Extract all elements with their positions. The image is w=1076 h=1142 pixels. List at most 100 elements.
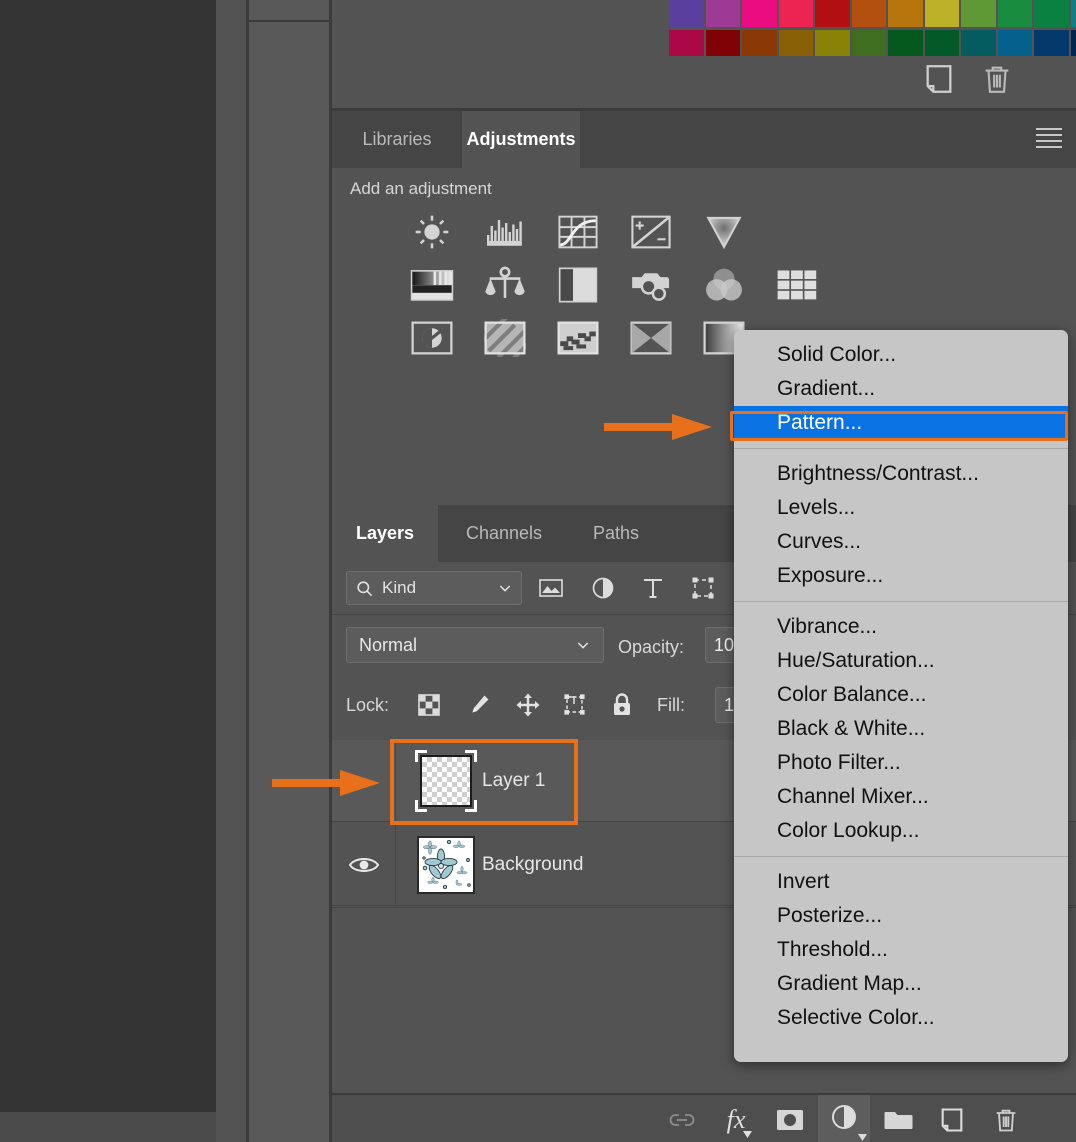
menu-item[interactable]: Vibrance... — [734, 610, 1068, 644]
tab-channels-label: Channels — [465, 523, 543, 543]
lock-transparent-pixels-icon[interactable] — [414, 690, 444, 720]
menu-item[interactable]: Pattern... — [734, 406, 1068, 440]
color-swatch[interactable] — [778, 0, 814, 27]
menu-item[interactable]: Brightness/Contrast... — [734, 457, 1068, 491]
color-swatch[interactable] — [669, 0, 704, 27]
shape-layer-filter-icon[interactable] — [688, 573, 718, 603]
adjustment-icons-row-1 — [408, 210, 748, 254]
color-swatch[interactable] — [851, 29, 887, 56]
collapsed-panel-column[interactable] — [249, 0, 331, 1142]
color-swatch[interactable] — [851, 0, 887, 27]
adjustment-layer-filter-icon[interactable] — [588, 573, 618, 603]
menu-separator — [734, 601, 1068, 602]
layer-filter-kind-select[interactable]: Kind — [346, 571, 522, 605]
menu-item[interactable]: Exposure... — [734, 559, 1068, 593]
tab-channels[interactable]: Channels — [438, 505, 570, 562]
menu-item[interactable]: Black & White... — [734, 712, 1068, 746]
vibrance-icon[interactable] — [700, 210, 748, 254]
layer-thumbnail[interactable] — [396, 740, 496, 822]
photo-filter-icon[interactable] — [627, 263, 675, 307]
menu-item[interactable]: Invert — [734, 865, 1068, 899]
menu-item[interactable]: Photo Filter... — [734, 746, 1068, 780]
color-swatch[interactable] — [997, 29, 1033, 56]
tab-layers[interactable]: Layers — [332, 505, 438, 562]
posterize-icon[interactable] — [481, 316, 529, 360]
color-swatch[interactable] — [924, 0, 960, 27]
color-swatch[interactable] — [742, 0, 777, 27]
gradient-map-icon[interactable] — [627, 316, 675, 360]
layer-visibility-toggle[interactable] — [332, 824, 396, 906]
menu-item[interactable]: Posterize... — [734, 899, 1068, 933]
tab-paths[interactable]: Paths — [570, 505, 662, 562]
chevron-down-icon[interactable] — [575, 637, 591, 653]
lock-position-icon[interactable] — [513, 690, 543, 720]
levels-icon[interactable] — [481, 210, 529, 254]
trash-icon[interactable] — [980, 62, 1014, 96]
add-layer-mask-icon[interactable] — [764, 1095, 816, 1142]
lock-all-icon[interactable] — [607, 690, 637, 720]
new-swatch-icon[interactable] — [922, 62, 956, 96]
chevron-down-icon[interactable] — [497, 580, 513, 596]
swatch-grid[interactable] — [669, 0, 1076, 56]
menu-item[interactable]: Gradient... — [734, 372, 1068, 406]
color-swatch[interactable] — [669, 29, 704, 56]
exposure-icon[interactable] — [627, 210, 675, 254]
new-layer-icon[interactable] — [926, 1095, 978, 1142]
color-lookup-icon[interactable] — [773, 263, 821, 307]
menu-item[interactable]: Color Lookup... — [734, 814, 1068, 848]
lock-label: Lock: — [346, 695, 390, 715]
layer-visibility-toggle[interactable] — [332, 740, 396, 822]
threshold-icon[interactable] — [554, 316, 602, 360]
panel-menu-icon[interactable] — [1036, 128, 1062, 148]
color-swatch[interactable] — [1070, 29, 1076, 56]
layer-style-fx-icon[interactable]: fx — [710, 1095, 762, 1142]
tab-adjustments[interactable]: Adjustments — [462, 111, 580, 168]
color-swatch[interactable] — [888, 0, 923, 27]
layer-thumbnail[interactable] — [396, 824, 496, 906]
swatch-row[interactable] — [669, 0, 1076, 27]
color-swatch[interactable] — [1034, 0, 1069, 27]
lock-image-pixels-icon[interactable] — [464, 690, 494, 720]
type-layer-filter-icon[interactable] — [638, 573, 668, 603]
new-fill-adjustment-layer-menu[interactable]: Solid Color... Gradient... Pattern... Brigh… — [734, 330, 1068, 1062]
hue-saturation-icon[interactable] — [408, 263, 456, 307]
color-swatch[interactable] — [705, 0, 741, 27]
color-swatch[interactable] — [815, 29, 850, 56]
swatch-row[interactable] — [669, 29, 1076, 56]
menu-item[interactable]: Threshold... — [734, 933, 1068, 967]
pixel-layer-filter-icon[interactable] — [536, 573, 566, 603]
link-layers-icon[interactable] — [656, 1095, 708, 1142]
color-balance-icon[interactable] — [481, 263, 529, 307]
menu-item[interactable]: Selective Color... — [734, 1001, 1068, 1035]
color-swatch[interactable] — [1034, 29, 1069, 56]
document-canvas-area[interactable] — [0, 0, 216, 1112]
brightness-contrast-icon[interactable] — [408, 210, 456, 254]
black-and-white-icon[interactable] — [554, 263, 602, 307]
delete-layer-icon[interactable] — [980, 1095, 1032, 1142]
blend-mode-select[interactable]: Normal — [346, 627, 604, 663]
invert-icon[interactable] — [408, 316, 456, 360]
color-swatch[interactable] — [815, 0, 850, 27]
menu-item[interactable]: Hue/Saturation... — [734, 644, 1068, 678]
new-fill-adjustment-layer-icon[interactable] — [818, 1095, 870, 1142]
lock-artboard-icon[interactable] — [560, 690, 590, 720]
color-swatch[interactable] — [778, 29, 814, 56]
color-swatch[interactable] — [888, 29, 923, 56]
curves-icon[interactable] — [554, 210, 602, 254]
menu-item[interactable]: Solid Color... — [734, 338, 1068, 372]
color-swatch[interactable] — [997, 0, 1033, 27]
new-group-icon[interactable] — [872, 1095, 924, 1142]
menu-item[interactable]: Gradient Map... — [734, 967, 1068, 1001]
channel-mixer-icon[interactable] — [700, 263, 748, 307]
tab-libraries[interactable]: Libraries — [332, 111, 462, 168]
menu-item[interactable]: Levels... — [734, 491, 1068, 525]
color-swatch[interactable] — [961, 29, 996, 56]
menu-item[interactable]: Channel Mixer... — [734, 780, 1068, 814]
color-swatch[interactable] — [961, 0, 996, 27]
menu-item[interactable]: Curves... — [734, 525, 1068, 559]
color-swatch[interactable] — [924, 29, 960, 56]
color-swatch[interactable] — [1070, 0, 1076, 27]
color-swatch[interactable] — [705, 29, 741, 56]
menu-item[interactable]: Color Balance... — [734, 678, 1068, 712]
color-swatch[interactable] — [742, 29, 777, 56]
